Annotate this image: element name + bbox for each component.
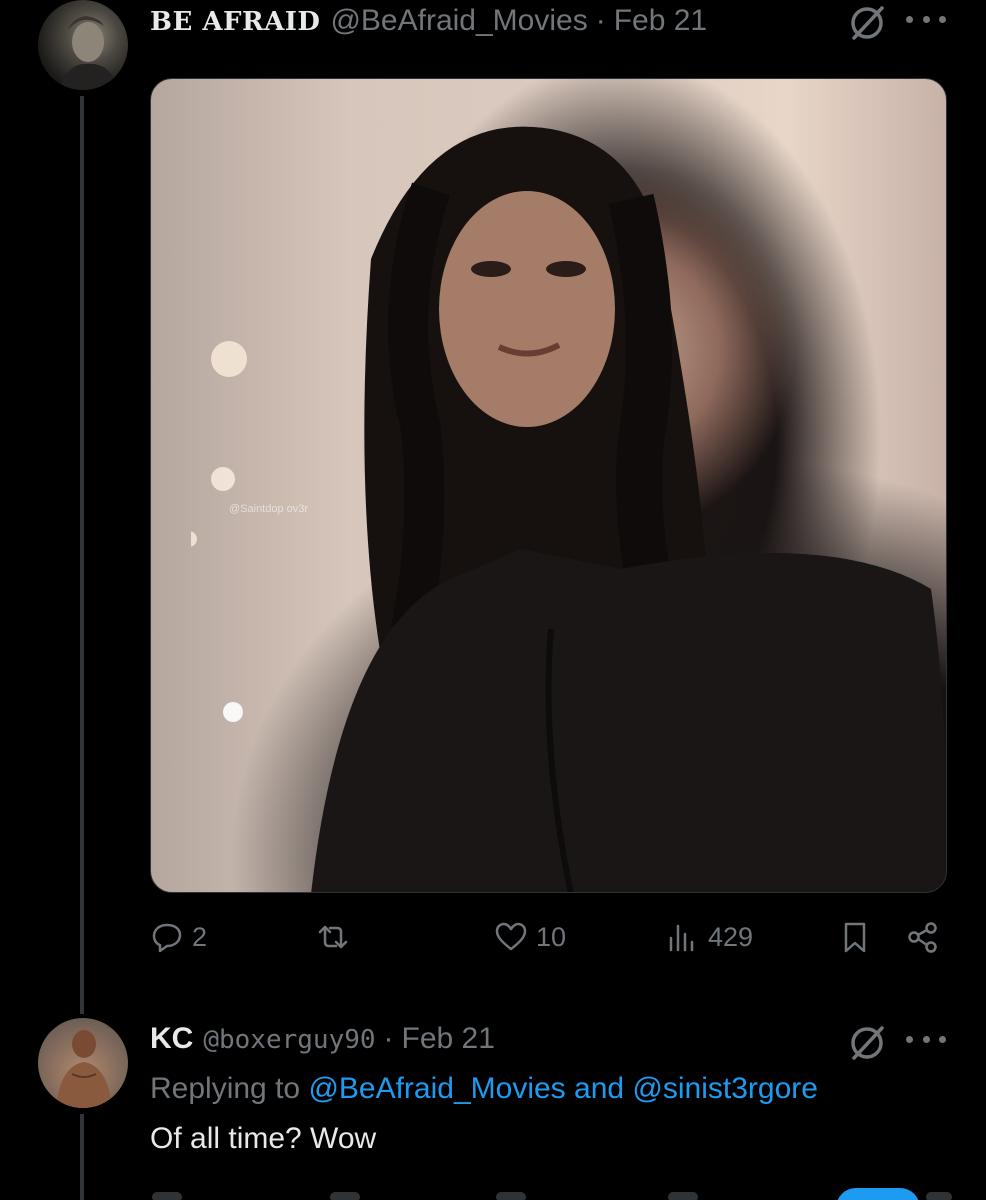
mention-link-sinist3rgore[interactable]: @sinist3rgore — [632, 1072, 818, 1105]
more-icon[interactable] — [906, 16, 946, 28]
retweet-icon — [318, 925, 348, 949]
avatar-portrait-image — [58, 16, 120, 90]
heart-icon — [495, 922, 527, 951]
reply-date[interactable]: Feb 21 — [402, 1022, 495, 1056]
reply-views-icon-partial[interactable] — [668, 1192, 698, 1200]
views-icon — [669, 924, 694, 952]
replying-and[interactable]: and — [574, 1072, 624, 1105]
reply-reply-icon-partial[interactable] — [152, 1192, 182, 1200]
replying-to-line: Replying to @BeAfraid_Movies and @sinist… — [150, 1072, 818, 1106]
views-button[interactable]: 429 — [666, 920, 753, 954]
compose-fab-partial[interactable] — [836, 1188, 920, 1200]
replying-to-prefix: Replying to — [150, 1072, 301, 1105]
user-handle[interactable]: @BeAfraid_Movies — [330, 4, 587, 38]
reply-icon — [152, 923, 182, 953]
reply-retweet-icon-partial[interactable] — [330, 1192, 360, 1200]
grok-icon[interactable] — [846, 1022, 888, 1064]
media-watermark: @Saintdop ov3r — [229, 503, 309, 515]
retweet-button[interactable] — [316, 920, 350, 954]
avatar-beafraid[interactable] — [38, 0, 128, 90]
separator-dot: · — [595, 4, 606, 37]
tweet-date[interactable]: Feb 21 — [614, 4, 707, 38]
like-count: 10 — [536, 921, 567, 952]
reply-count: 2 — [192, 921, 208, 952]
reply-separator-dot: · — [383, 1022, 394, 1055]
reply-like-icon-partial[interactable] — [496, 1192, 526, 1200]
bookmark-icon — [844, 922, 866, 953]
reply-header: KC @boxerguy90 · Feb 21 — [150, 1022, 495, 1056]
mention-link-beafraid[interactable]: @BeAfraid_Movies — [308, 1072, 565, 1105]
share-button[interactable] — [906, 920, 940, 954]
tweet-action-bar: 2 10 429 — [150, 920, 950, 970]
display-name[interactable]: BE AFRAID — [150, 7, 320, 37]
thread-connector-line — [80, 96, 84, 1014]
share-icon — [908, 922, 937, 953]
grok-icon[interactable] — [846, 2, 888, 44]
reply-share-icon-partial[interactable] — [926, 1192, 952, 1200]
bookmark-button[interactable] — [838, 920, 872, 954]
media-figure-illustration — [191, 126, 946, 892]
view-count: 429 — [708, 921, 754, 952]
reply-button[interactable]: 2 — [150, 920, 207, 954]
avatar-kc[interactable] — [38, 1018, 128, 1108]
thread-connector-line-reply — [80, 1114, 84, 1200]
tweet-media-image[interactable]: @Saintdop ov3r — [150, 78, 947, 893]
tweet-header: BE AFRAID @BeAfraid_Movies · Feb 21 — [150, 4, 707, 38]
reply-display-name[interactable]: KC — [150, 1022, 193, 1056]
avatar-photo-image — [38, 1018, 128, 1108]
more-icon[interactable] — [906, 1036, 946, 1048]
reply-user-handle[interactable]: @boxerguy90 — [203, 1025, 375, 1055]
reply-text: Of all time? Wow — [150, 1122, 377, 1155]
like-button[interactable]: 10 — [494, 920, 566, 954]
